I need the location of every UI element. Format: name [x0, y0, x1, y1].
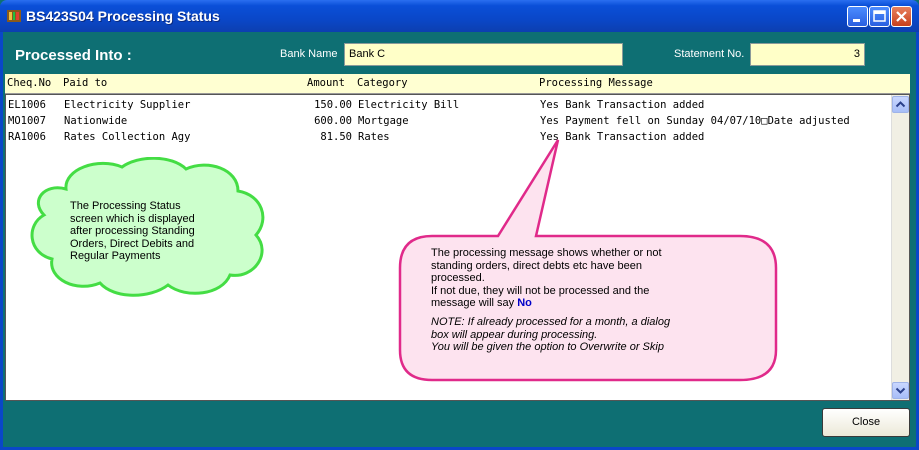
title-bar[interactable]: BS423S04 Processing Status [0, 0, 919, 32]
green-callout-text: The Processing Status screen which is di… [70, 200, 195, 263]
no-emphasis: No [517, 297, 532, 310]
cell-amount: 81.50 [320, 131, 352, 143]
close-icon [896, 11, 907, 22]
bank-name-field[interactable]: Bank C [344, 43, 623, 66]
cell-category: Rates [358, 131, 390, 143]
close-window-button[interactable] [891, 6, 912, 27]
maximize-button[interactable] [869, 6, 890, 27]
col-header-cheq-no[interactable]: Cheq.No [7, 74, 51, 93]
cell-amount: 600.00 [314, 115, 352, 127]
close-button[interactable]: Close [822, 408, 910, 437]
statement-no-field[interactable]: 3 [750, 43, 865, 66]
table-row[interactable]: EL1006 Electricity Supplier 150.00 Elect… [8, 97, 893, 113]
app-icon [7, 10, 21, 22]
scroll-up-button[interactable] [892, 96, 909, 113]
cell-cheq-no: RA1006 [8, 131, 46, 143]
col-header-category[interactable]: Category [357, 74, 408, 93]
chevron-up-icon [895, 101, 906, 108]
cell-paid-to: Rates Collection Agy [64, 131, 191, 143]
cell-paid-to: Nationwide [64, 115, 128, 127]
cell-amount: 150.00 [314, 99, 352, 111]
bank-name-label: Bank Name [280, 48, 338, 60]
minimize-icon [853, 19, 860, 22]
processed-into-label: Processed Into : [15, 47, 132, 64]
statement-no-label: Statement No. [674, 48, 745, 60]
chevron-down-icon [895, 387, 906, 394]
col-header-amount[interactable]: Amount [307, 74, 345, 93]
vertical-scrollbar[interactable] [891, 95, 909, 400]
cell-message: Yes Bank Transaction added [540, 99, 705, 111]
cell-message: Yes Payment fell on Sunday 04/07/10□Date… [540, 115, 850, 127]
table-row[interactable]: MO1007 Nationwide 600.00 Mortgage Yes Pa… [8, 113, 893, 129]
col-header-paid-to[interactable]: Paid to [63, 74, 107, 93]
pink-callout-text: The processing message shows whether or … [431, 247, 671, 354]
scroll-down-button[interactable] [892, 382, 909, 399]
cell-paid-to: Electricity Supplier [64, 99, 191, 111]
grid-header: Cheq.No Paid to Amount Category Processi… [5, 74, 910, 94]
maximize-icon [873, 10, 886, 22]
cell-cheq-no: MO1007 [8, 115, 46, 127]
cell-category: Mortgage [358, 115, 409, 127]
cell-category: Electricity Bill [358, 99, 460, 111]
window-title: BS423S04 Processing Status [26, 8, 220, 24]
cell-cheq-no: EL1006 [8, 99, 46, 111]
col-header-processing-message[interactable]: Processing Message [539, 74, 653, 93]
callout-line-no: message will say No [431, 297, 532, 310]
minimize-button[interactable] [847, 6, 868, 27]
